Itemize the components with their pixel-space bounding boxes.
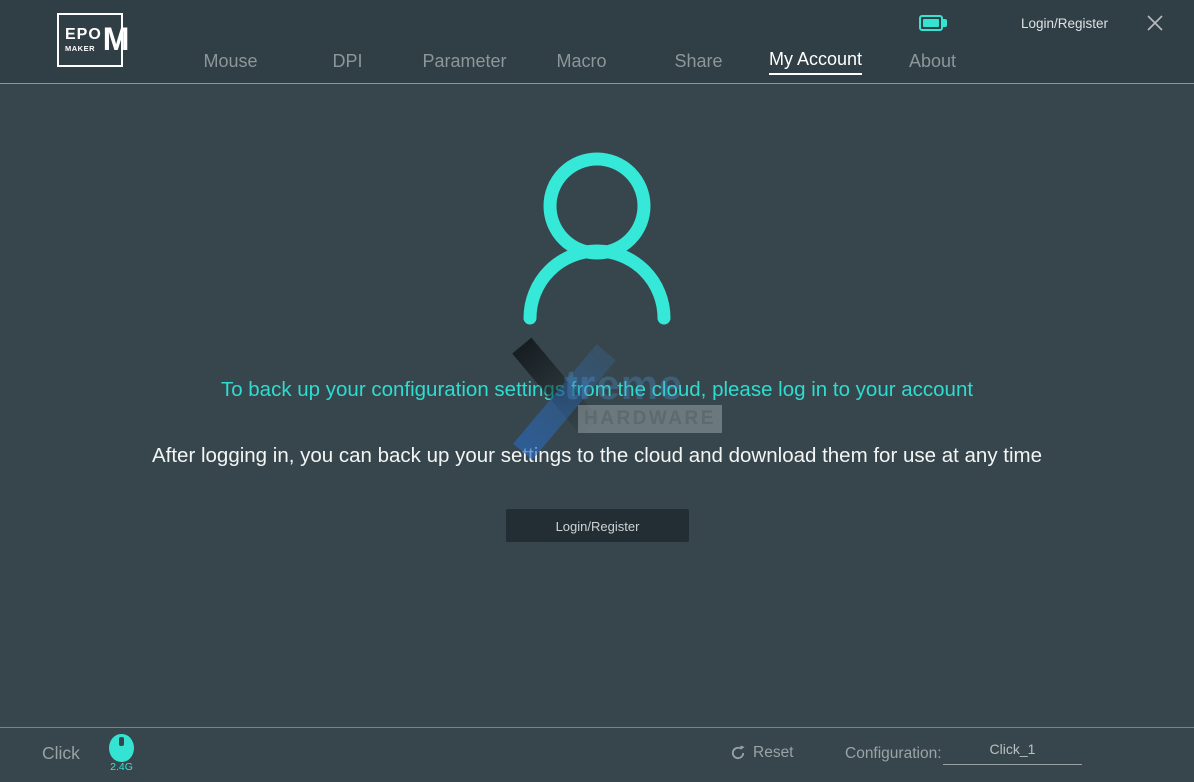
tab-macro-label: Macro — [556, 51, 606, 75]
titlebar: EPO MAKER M Mouse DPI Parameter Macro Sh… — [0, 0, 1194, 84]
tab-about[interactable]: About — [874, 0, 991, 83]
main-nav: Mouse DPI Parameter Macro Share My Accou… — [172, 0, 991, 83]
tab-mouse[interactable]: Mouse — [172, 0, 289, 83]
bottombar-divider — [0, 727, 1194, 728]
tab-share-label: Share — [674, 51, 722, 75]
cloud-backup-headline: To back up your configuration settings f… — [0, 378, 1194, 402]
configuration-value-field[interactable]: Click_1 — [943, 741, 1082, 765]
tab-mouse-label: Mouse — [203, 51, 257, 75]
login-register-button[interactable]: Login/Register — [506, 509, 689, 542]
logo-line1: EPO — [65, 27, 102, 44]
tab-parameter-label: Parameter — [422, 51, 506, 75]
cloud-backup-subtitle: After logging in, you can back up your s… — [0, 444, 1194, 468]
tab-share[interactable]: Share — [640, 0, 757, 83]
epomaker-logo: EPO MAKER M — [57, 13, 123, 67]
mouse-icon[interactable] — [109, 734, 134, 762]
battery-body — [919, 15, 943, 31]
battery-fill — [923, 19, 939, 27]
logo-text-block: EPO MAKER — [65, 27, 102, 54]
tab-dpi-label: DPI — [332, 51, 362, 75]
reset-button[interactable]: Reset — [730, 744, 794, 762]
refresh-icon — [730, 745, 746, 761]
titlebar-login-register[interactable]: Login/Register — [1021, 16, 1108, 31]
mouse-wheel-slot — [119, 737, 124, 746]
configuration-label: Configuration: — [845, 745, 942, 763]
connection-mode-label: 2.4G — [105, 761, 138, 773]
close-icon[interactable] — [1144, 12, 1166, 34]
tab-my-account[interactable]: My Account — [757, 0, 874, 83]
epomaker-app-window: EPO MAKER M Mouse DPI Parameter Macro Sh… — [0, 0, 1194, 782]
tab-macro[interactable]: Macro — [523, 0, 640, 83]
battery-icon — [919, 15, 947, 31]
battery-nub — [943, 19, 947, 27]
tab-about-label: About — [909, 51, 956, 75]
tab-parameter[interactable]: Parameter — [406, 0, 523, 83]
xtreme-x-blue-stroke — [513, 344, 616, 460]
reset-label: Reset — [753, 744, 794, 762]
logo-m-glyph: M — [103, 26, 130, 53]
tab-my-account-label: My Account — [769, 49, 862, 75]
user-icon — [517, 147, 677, 327]
watermark-hardware-label: HARDWARE — [578, 405, 722, 433]
profile-name-label: Click — [42, 743, 80, 764]
tab-dpi[interactable]: DPI — [289, 0, 406, 83]
logo-line2: MAKER — [65, 44, 102, 54]
